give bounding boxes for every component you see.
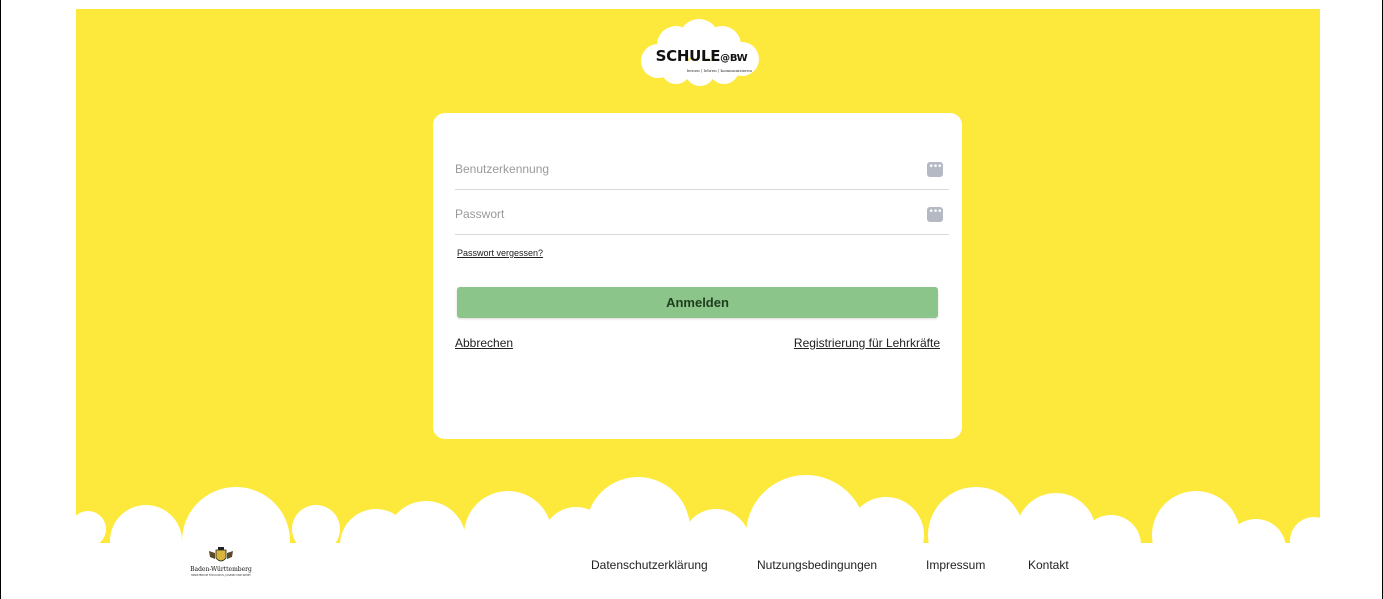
bw-name: Baden-Württemberg bbox=[190, 566, 252, 573]
window-border-left bbox=[0, 0, 1, 599]
footer-link-datenschutz[interactable]: Datenschutzerklärung bbox=[591, 558, 708, 572]
footer-clouds bbox=[76, 475, 1320, 587]
footer-link-nutzungsbedingungen[interactable]: Nutzungsbedingungen bbox=[757, 558, 877, 572]
footer: Baden-Württemberg MINISTERIUM FÜR KULTUS… bbox=[76, 539, 1320, 587]
baden-wuerttemberg-logo: Baden-Württemberg MINISTERIUM FÜR KULTUS… bbox=[166, 547, 276, 587]
login-page: SCHULE@BW lernen | lehren | kommuniziere… bbox=[76, 9, 1320, 587]
coat-of-arms-icon bbox=[209, 547, 233, 562]
footer-link-kontakt[interactable]: Kontakt bbox=[1028, 558, 1069, 572]
bw-ministry: MINISTERIUM FÜR KULTUS, JUGEND UND SPORT bbox=[191, 574, 251, 577]
footer-link-impressum[interactable]: Impressum bbox=[926, 558, 985, 572]
